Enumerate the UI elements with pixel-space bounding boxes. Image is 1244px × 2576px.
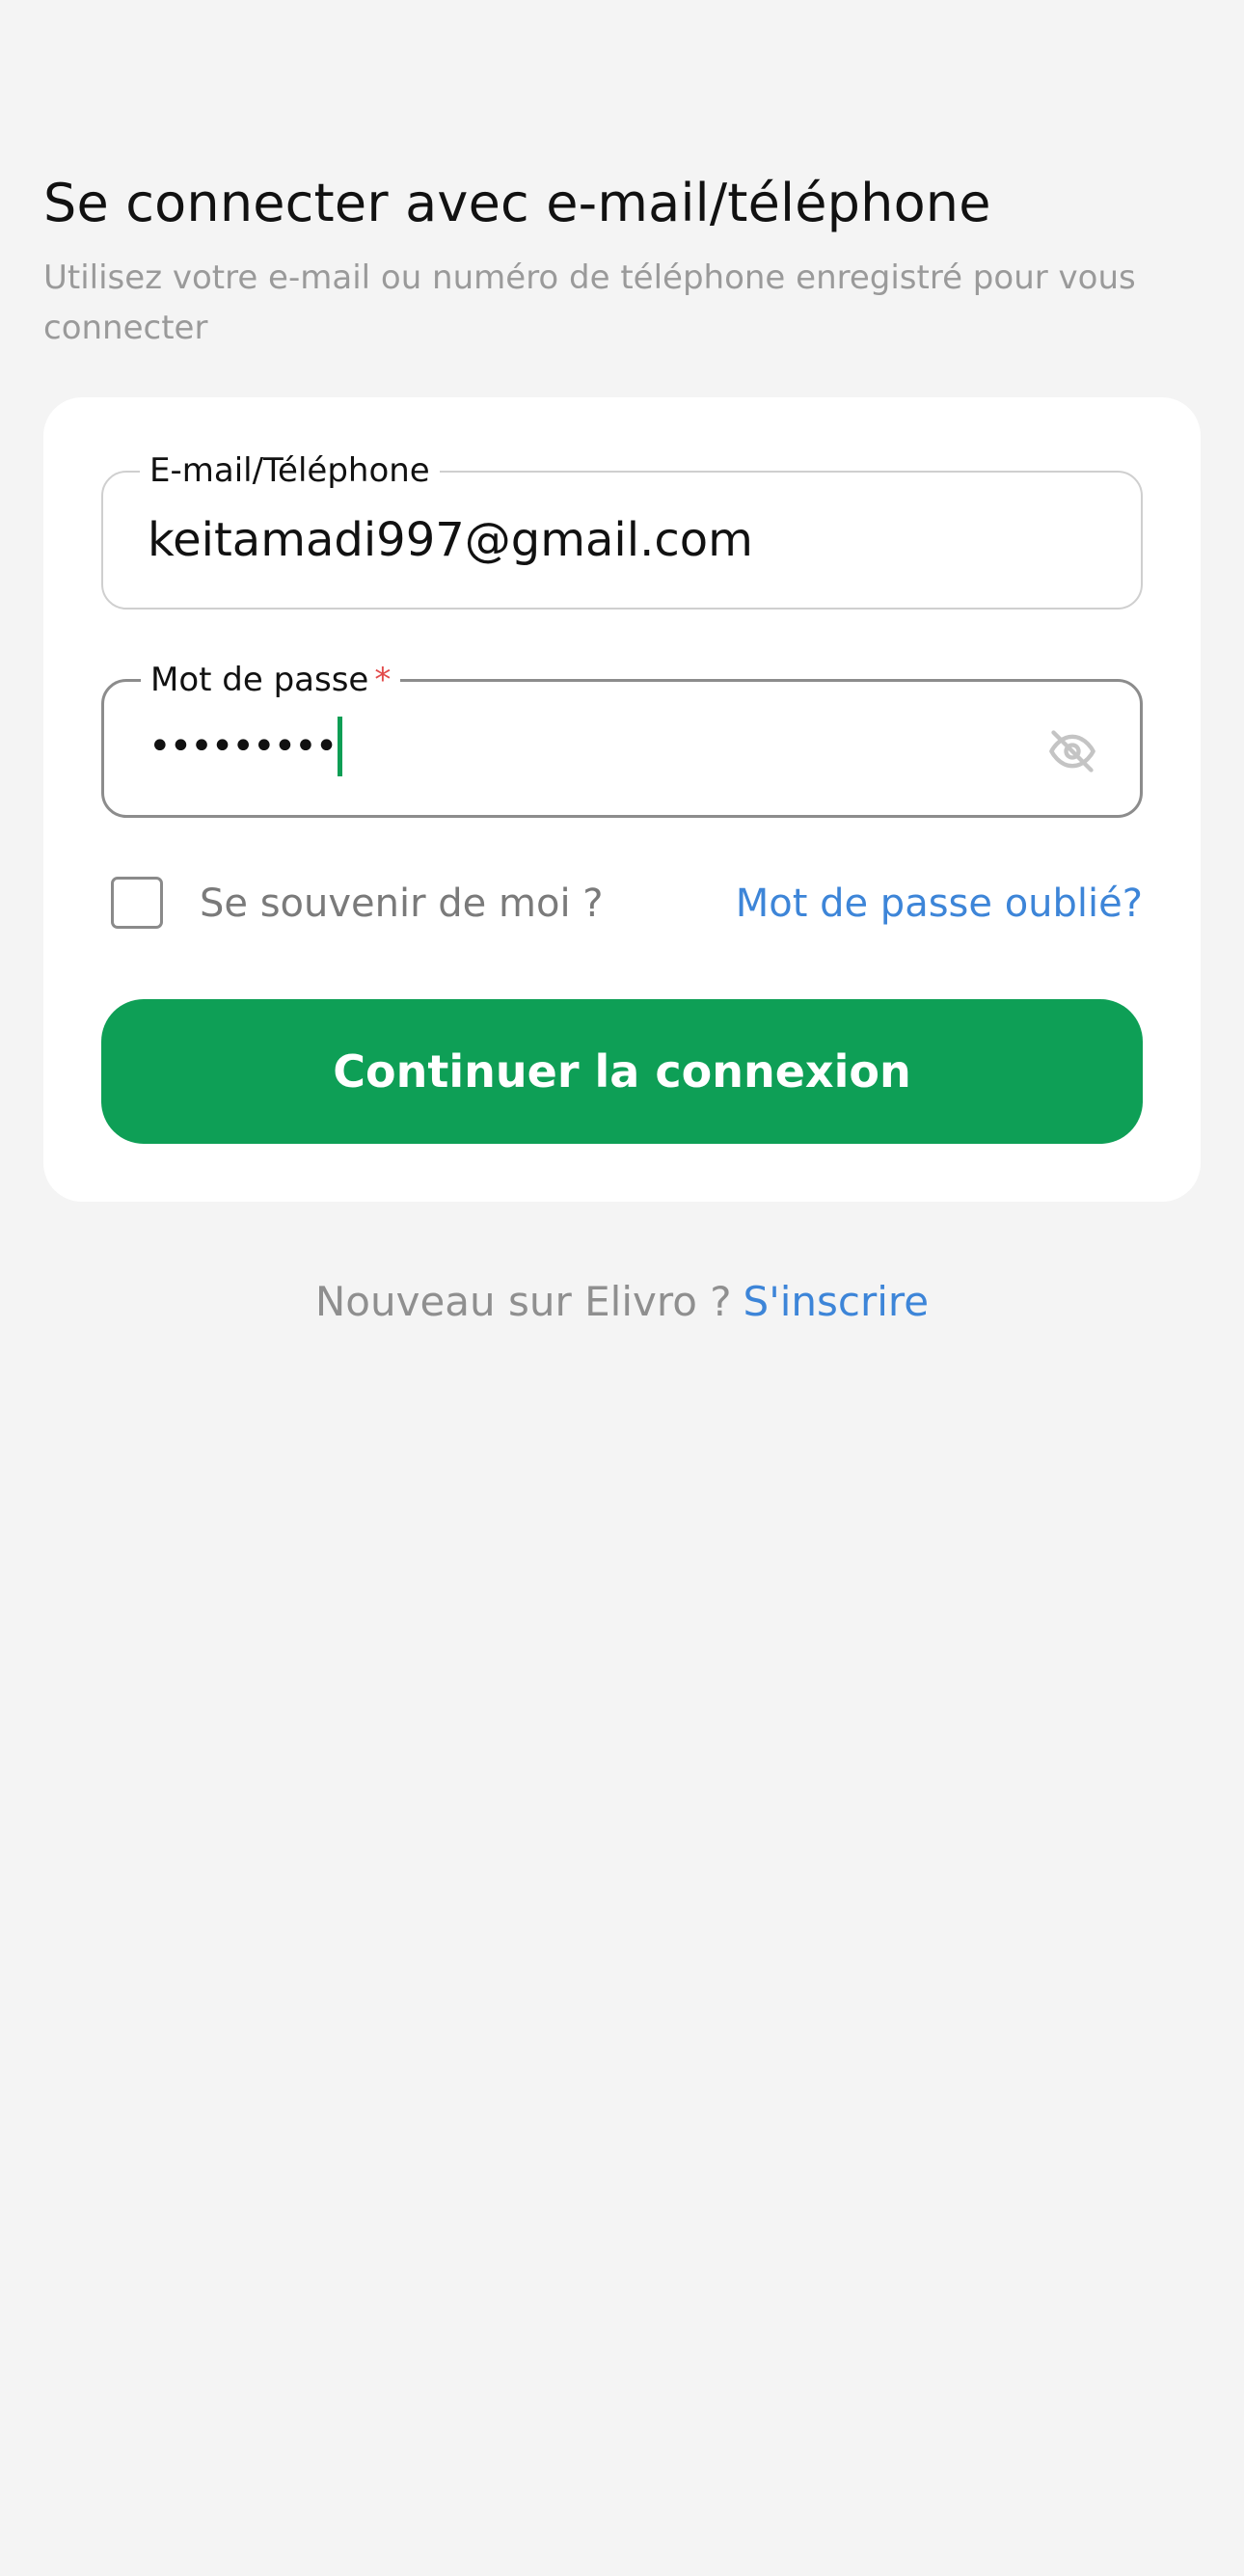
signup-link[interactable]: S'inscrire xyxy=(744,1278,930,1325)
remember-me-row: Se souvenir de moi ? Mot de passe oublié… xyxy=(101,870,1143,937)
signup-row: Nouveau sur Elivro ? S'inscrire xyxy=(0,1273,1244,1331)
password-masked-value: ••••••••• xyxy=(149,724,338,769)
remember-me-checkbox[interactable] xyxy=(111,877,163,929)
email-field[interactable]: E-mail/Téléphone keitamadi997@gmail.com xyxy=(101,449,1143,610)
password-field[interactable]: Mot de passe * ••••••••• xyxy=(101,659,1143,818)
password-input[interactable]: ••••••••• xyxy=(149,715,343,778)
email-field-label: E-mail/Téléphone xyxy=(140,449,440,492)
page-subtitle: Utilisez votre e-mail ou numéro de télép… xyxy=(43,258,1136,347)
eye-off-icon[interactable] xyxy=(1045,724,1099,778)
login-screen: Se connecter avec e-mail/téléphone Utili… xyxy=(0,0,1244,2576)
password-field-label: Mot de passe * xyxy=(141,659,401,701)
page-title: Se connecter avec e-mail/téléphone xyxy=(43,173,991,233)
signup-prompt: Nouveau sur Elivro ? xyxy=(314,1278,732,1325)
page-header: Se connecter avec e-mail/téléphone Utili… xyxy=(43,172,1201,353)
forgot-password-link[interactable]: Mot de passe oublié? xyxy=(736,876,1143,932)
password-label-text: Mot de passe xyxy=(150,661,369,699)
login-card: E-mail/Téléphone keitamadi997@gmail.com … xyxy=(43,397,1201,1202)
continue-login-button[interactable]: Continuer la connexion xyxy=(101,999,1143,1144)
email-field-value[interactable]: keitamadi997@gmail.com xyxy=(148,509,753,571)
remember-me-label[interactable]: Se souvenir de moi ? xyxy=(200,876,604,932)
required-mark: * xyxy=(374,661,392,699)
text-caret xyxy=(338,717,343,776)
